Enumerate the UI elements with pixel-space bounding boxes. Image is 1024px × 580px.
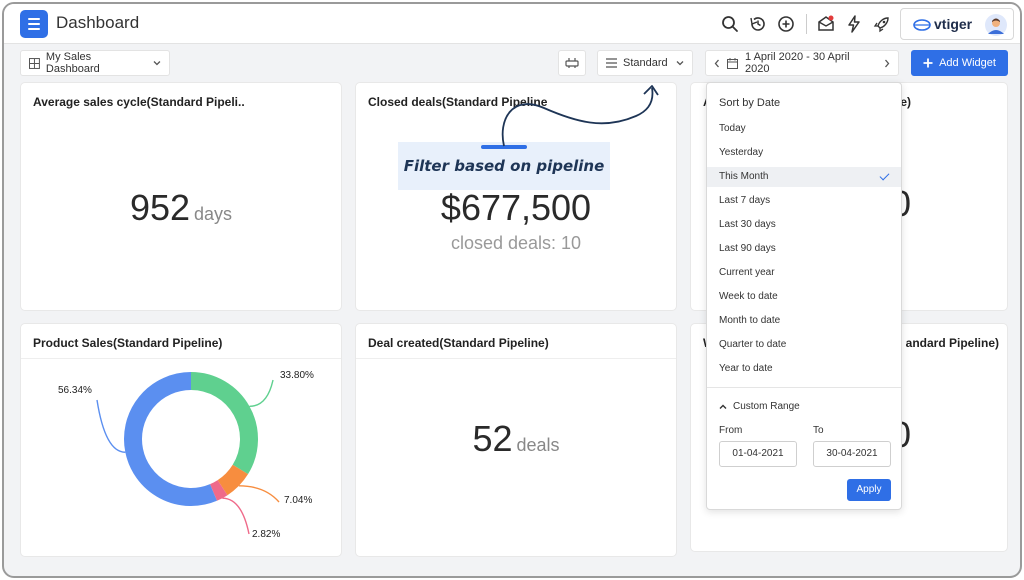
filter-settings-button[interactable] bbox=[558, 50, 586, 76]
date-option[interactable]: Last 7 days bbox=[707, 191, 901, 211]
date-option-label: Week to date bbox=[719, 291, 778, 302]
date-option-label: Last 7 days bbox=[719, 195, 771, 206]
top-bar: Dashboard vtiger bbox=[4, 4, 1020, 44]
widget-average-sales-cycle: Average sales cycle(Standard Pipeli.. 95… bbox=[20, 82, 342, 311]
chevron-left-icon[interactable] bbox=[714, 59, 720, 68]
date-option[interactable]: Last 30 days bbox=[707, 215, 901, 235]
to-label: To bbox=[813, 425, 824, 436]
date-option[interactable]: Year to date bbox=[707, 359, 901, 379]
callout-arrow-icon bbox=[501, 85, 659, 147]
dashboard-select[interactable]: My Sales Dashboard bbox=[20, 50, 170, 76]
date-option[interactable]: Month to date bbox=[707, 311, 901, 331]
widget-metric: 52 deals bbox=[356, 418, 676, 460]
inbox-icon[interactable] bbox=[816, 14, 836, 34]
date-range-picker[interactable]: 1 April 2020 - 30 April 2020 bbox=[705, 50, 899, 76]
lightning-icon[interactable] bbox=[844, 14, 864, 34]
date-option[interactable]: Today bbox=[707, 119, 901, 139]
check-icon bbox=[879, 170, 890, 181]
donut-slice bbox=[190, 372, 258, 475]
metric-unit: deals bbox=[516, 435, 560, 455]
date-option[interactable]: This Month bbox=[707, 167, 901, 187]
pipeline-select-label: Standard bbox=[623, 57, 668, 69]
custom-range-label: Custom Range bbox=[733, 401, 800, 412]
leader-line bbox=[96, 399, 126, 453]
slice-label: 33.80% bbox=[280, 370, 314, 381]
from-date-input[interactable]: 01-04-2021 bbox=[719, 441, 797, 467]
brand-account-button[interactable]: vtiger bbox=[900, 8, 1014, 40]
apply-button[interactable]: Apply bbox=[847, 479, 891, 501]
add-circle-icon[interactable] bbox=[776, 14, 796, 34]
donut-slice bbox=[209, 480, 228, 501]
date-option[interactable]: Quarter to date bbox=[707, 335, 901, 355]
date-option[interactable]: Last 90 days bbox=[707, 239, 901, 259]
metric-unit: days bbox=[194, 204, 233, 224]
chevron-down-icon bbox=[676, 61, 684, 66]
date-option-label: Year to date bbox=[719, 363, 773, 374]
date-option-label: Yesterday bbox=[719, 147, 764, 158]
divider bbox=[806, 14, 807, 34]
add-widget-label: Add Widget bbox=[939, 57, 996, 69]
date-filter-dropdown: Sort by Date Today Yesterday This Month Las… bbox=[706, 82, 902, 510]
date-option-label: Today bbox=[719, 123, 746, 134]
page-title: Dashboard bbox=[56, 13, 140, 32]
divider bbox=[707, 387, 901, 388]
chevron-right-icon[interactable] bbox=[884, 59, 890, 68]
leader-line bbox=[238, 485, 280, 503]
date-option-label: Current year bbox=[719, 267, 775, 278]
history-icon[interactable] bbox=[748, 14, 768, 34]
slice-label: 7.04% bbox=[284, 495, 312, 506]
donut-chart: 56.34% 33.80% 7.04% 2.82% bbox=[58, 370, 314, 540]
date-option-label: This Month bbox=[719, 171, 769, 182]
brand-name: vtiger bbox=[934, 16, 973, 32]
vtiger-logo-icon bbox=[913, 19, 931, 31]
date-option-label: Month to date bbox=[719, 315, 781, 326]
slice-label: 2.82% bbox=[252, 529, 280, 540]
custom-range-toggle[interactable]: Custom Range bbox=[719, 401, 800, 412]
avatar[interactable] bbox=[985, 14, 1007, 36]
pipeline-select[interactable]: Standard bbox=[597, 50, 693, 76]
date-option-label: Last 30 days bbox=[719, 219, 776, 230]
add-widget-button[interactable]: Add Widget bbox=[911, 50, 1008, 76]
metric-subtext: closed deals: 10 bbox=[450, 233, 582, 253]
divider bbox=[356, 358, 676, 359]
leader-line bbox=[222, 497, 250, 535]
widget-deal-created: Deal created(Standard Pipeline) 52 deals bbox=[355, 323, 677, 557]
to-date-input[interactable]: 30-04-2021 bbox=[813, 441, 891, 467]
widget-title: Deal created(Standard Pipeline) bbox=[368, 336, 549, 350]
date-option-label: Quarter to date bbox=[719, 339, 787, 350]
grid-icon bbox=[29, 57, 40, 69]
metric-value: $677,500 bbox=[440, 187, 592, 228]
chevron-up-icon bbox=[719, 404, 727, 409]
plus-icon bbox=[923, 58, 933, 68]
date-option-label: Last 90 days bbox=[719, 243, 776, 254]
list-icon bbox=[606, 58, 617, 68]
date-range-label: 1 April 2020 - 30 April 2020 bbox=[745, 51, 850, 75]
dashboard-select-label: My Sales Dashboard bbox=[45, 51, 100, 75]
slice-label: 56.34% bbox=[58, 385, 92, 396]
sliders-icon bbox=[565, 58, 579, 68]
widget-title: Average sales cycle(Standard Pipeli.. bbox=[33, 95, 245, 109]
metric-value: 52 bbox=[472, 418, 513, 459]
dropdown-header: Sort by Date bbox=[719, 97, 781, 109]
leader-line bbox=[249, 379, 274, 408]
from-label: From bbox=[719, 425, 743, 436]
search-icon[interactable] bbox=[720, 14, 740, 34]
chevron-down-icon bbox=[153, 61, 161, 66]
widget-title-end: andard Pipeline) bbox=[905, 336, 999, 350]
calendar-icon bbox=[727, 57, 738, 69]
widget-metric: 952 days bbox=[21, 187, 341, 229]
date-option[interactable]: Current year bbox=[707, 263, 901, 283]
widget-product-sales: Product Sales(Standard Pipeline) 56.34% 3… bbox=[20, 323, 342, 557]
date-option[interactable]: Yesterday bbox=[707, 143, 901, 163]
donut-slice bbox=[217, 464, 249, 496]
donut-slice bbox=[124, 372, 217, 506]
metric-value: 952 bbox=[129, 187, 191, 228]
rocket-icon[interactable] bbox=[872, 14, 892, 34]
menu-icon[interactable] bbox=[20, 10, 48, 38]
date-option[interactable]: Week to date bbox=[707, 287, 901, 307]
widget-metric: $677,500 bbox=[356, 187, 676, 229]
app-window: Dashboard vtiger My Sales Dashboard Stan… bbox=[2, 2, 1022, 578]
